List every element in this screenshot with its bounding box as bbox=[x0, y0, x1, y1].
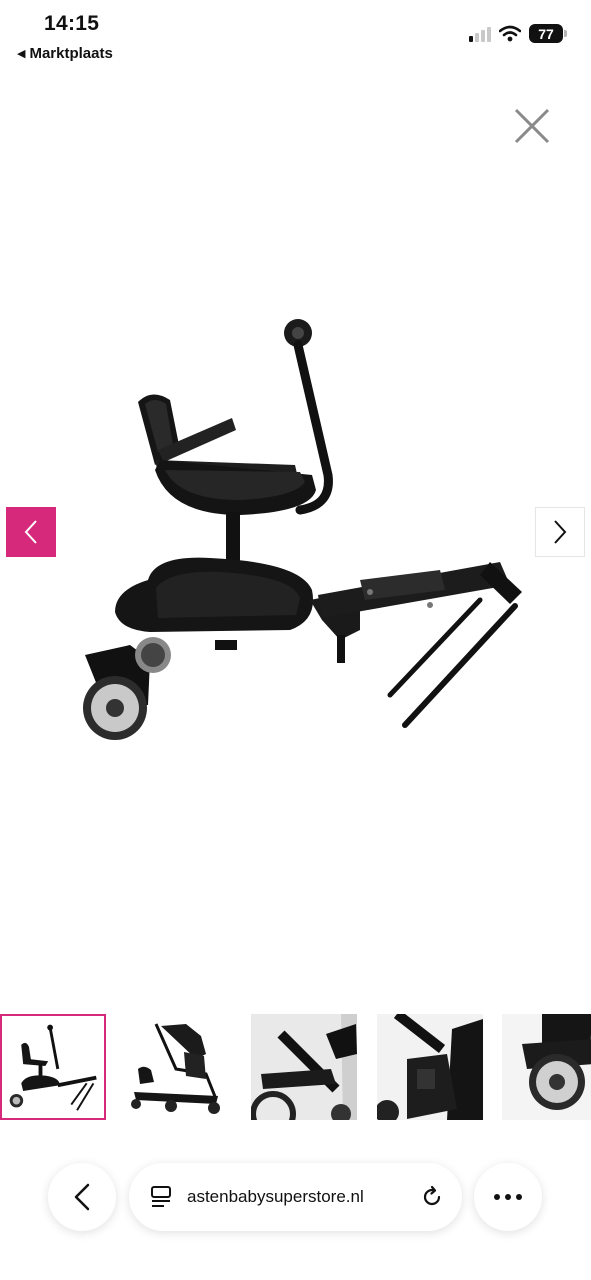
previous-image-button[interactable] bbox=[6, 507, 56, 557]
chevron-right-icon bbox=[554, 520, 567, 544]
more-icon bbox=[494, 1194, 522, 1200]
wifi-icon bbox=[499, 25, 521, 42]
battery-level: 77 bbox=[529, 24, 563, 43]
back-app-label: Marktplaats bbox=[29, 45, 113, 62]
chevron-left-icon bbox=[24, 520, 37, 544]
close-button[interactable] bbox=[512, 106, 552, 146]
product-image bbox=[83, 319, 522, 740]
status-time: 14:15 bbox=[44, 12, 100, 35]
back-triangle-icon: ◀ bbox=[17, 48, 26, 60]
thumbnail-1[interactable] bbox=[0, 1014, 106, 1120]
chevron-left-icon bbox=[74, 1183, 90, 1211]
url-text[interactable]: astenbabysuperstore.nl bbox=[187, 1187, 420, 1207]
signal-icon bbox=[469, 26, 491, 42]
more-options-button[interactable] bbox=[474, 1163, 542, 1231]
thumbnail-4[interactable] bbox=[377, 1014, 483, 1120]
back-to-app-link[interactable]: ◀ Marktplaats bbox=[17, 45, 113, 62]
thumbnail-5[interactable] bbox=[502, 1014, 591, 1120]
thumbnail-strip bbox=[0, 1014, 591, 1122]
browser-toolbar: astenbabysuperstore.nl bbox=[0, 1150, 591, 1245]
thumbnail-3[interactable] bbox=[251, 1014, 357, 1120]
battery-icon: 77 bbox=[529, 24, 567, 43]
thumbnail-2[interactable] bbox=[126, 1014, 232, 1120]
browser-back-button[interactable] bbox=[48, 1163, 116, 1231]
reader-icon[interactable] bbox=[149, 1185, 173, 1209]
status-icons: 77 bbox=[469, 24, 567, 43]
next-image-button[interactable] bbox=[535, 507, 585, 557]
close-icon bbox=[514, 108, 550, 144]
reload-icon[interactable] bbox=[420, 1185, 444, 1209]
address-bar[interactable]: astenbabysuperstore.nl bbox=[129, 1163, 462, 1231]
